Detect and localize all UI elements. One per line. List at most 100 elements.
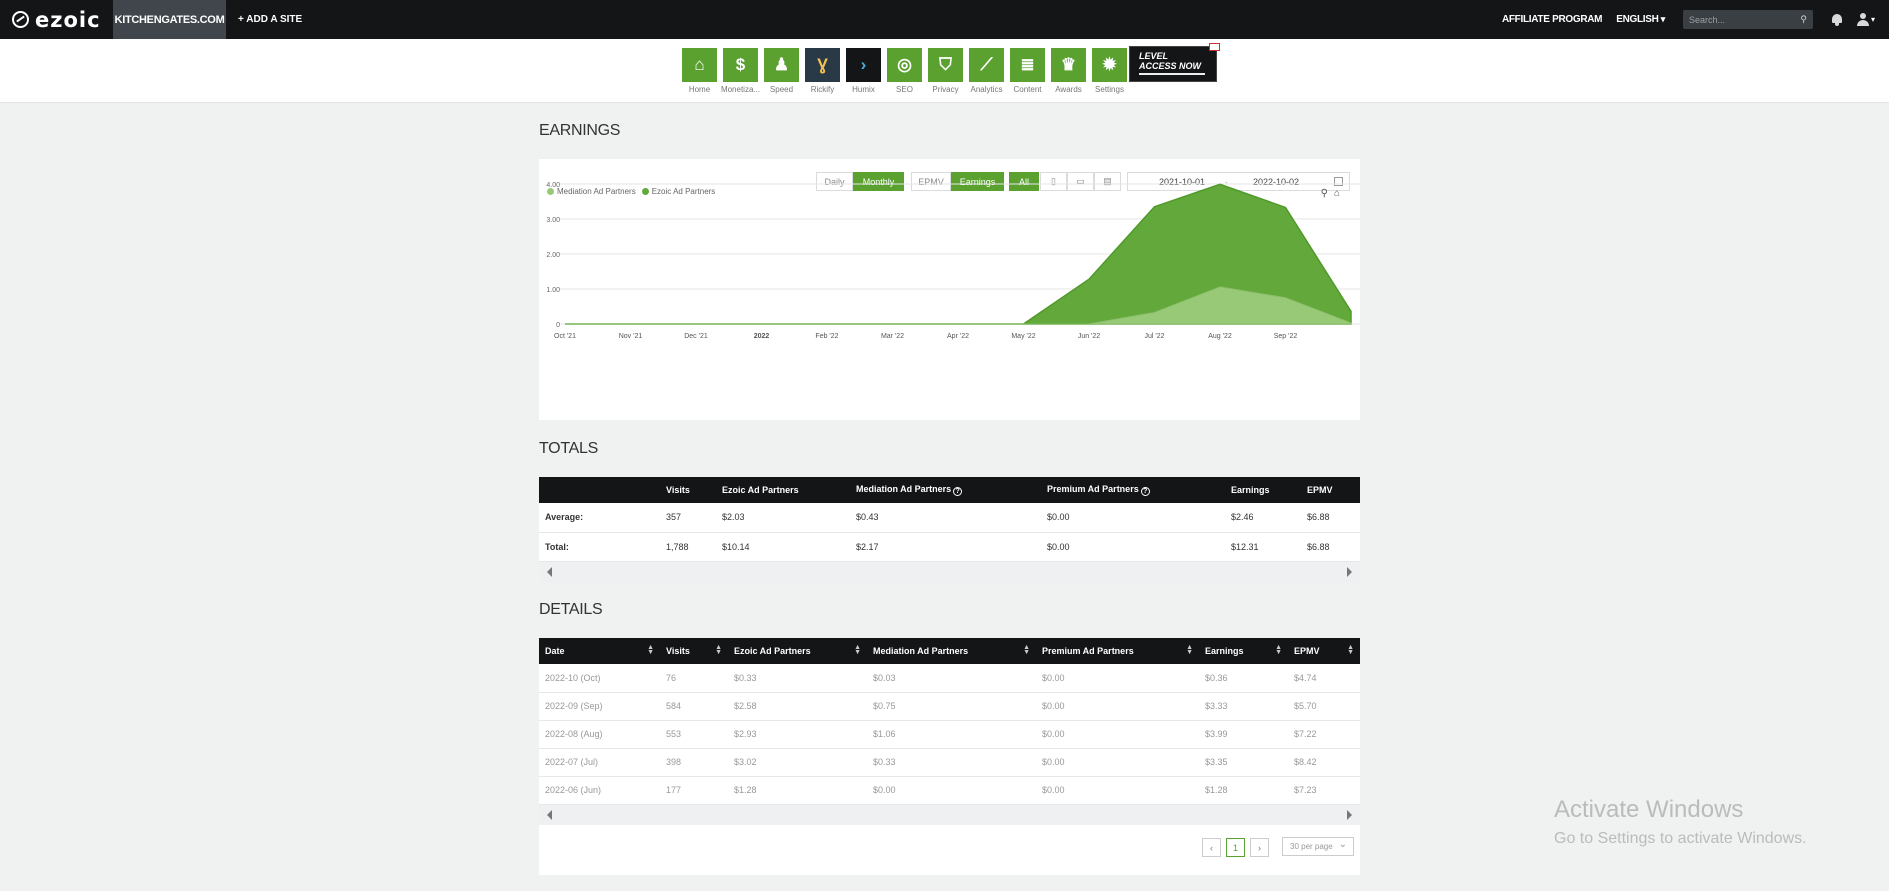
table-cell: $3.33 — [1199, 692, 1288, 721]
ezoic-logo[interactable]: ezoic — [0, 0, 113, 39]
chart-icon: ⟋ — [969, 48, 1004, 82]
nav-label: Monetiza... — [720, 85, 761, 94]
sort-icon[interactable]: ▲ ▼ — [1023, 644, 1030, 656]
table-cell: $0.33 — [867, 748, 1036, 777]
column-header[interactable]: Mediation Ad Partners ▲ ▼ — [867, 638, 1036, 664]
gear-icon: ✹ — [1092, 48, 1127, 82]
nav-label: Analytics — [970, 85, 1003, 94]
y-tick-label: 4.00 — [546, 182, 560, 189]
table-cell: 584 — [660, 692, 728, 721]
sort-icon[interactable]: ▲ ▼ — [1347, 644, 1354, 656]
prev-page-button[interactable]: ‹ — [1202, 838, 1221, 857]
nav-item-speed[interactable]: ♟ Speed — [764, 48, 799, 94]
table-cell: 1,788 — [660, 532, 716, 562]
table-cell: 2022-08 (Aug) — [539, 720, 660, 749]
nav-item-seo[interactable]: ◎ SEO — [887, 48, 922, 94]
nav-label: SEO — [896, 85, 913, 94]
mail-icon — [1209, 43, 1220, 51]
nav-label: Settings — [1095, 85, 1124, 94]
column-header-label: EPMV — [1307, 485, 1333, 495]
sort-icon[interactable]: ▲ ▼ — [854, 644, 861, 656]
column-header: Visits — [660, 477, 716, 503]
promo-underline — [1139, 73, 1205, 75]
sort-icon[interactable]: ▲ ▼ — [1275, 644, 1282, 656]
nav-item-privacy[interactable]: ⛉ Privacy — [928, 48, 963, 94]
language-dropdown[interactable]: ENGLISH — [1616, 14, 1665, 25]
nav-label: Content — [1013, 85, 1042, 94]
page-number-button[interactable]: 1 — [1226, 838, 1245, 857]
nav-item-humix[interactable]: › Humix — [846, 48, 881, 94]
affiliate-program-link[interactable]: AFFILIATE PROGRAM — [1502, 14, 1603, 25]
table-row: 2022-08 (Aug) 553 $2.93 $1.06 $0.00 $3.99 $7.2… — [539, 720, 1360, 749]
add-site-link[interactable]: + ADD A SITE — [238, 14, 302, 25]
column-header[interactable]: Earnings ▲ ▼ — [1199, 638, 1288, 664]
table-cell: $0.00 — [1036, 776, 1199, 805]
series-area-mediation — [565, 286, 1352, 325]
column-header: Ezoic Ad Partners — [716, 477, 850, 503]
column-header[interactable]: Date ▲ ▼ — [539, 638, 660, 664]
ezoic-logo-icon — [12, 11, 29, 28]
table-row: 2022-06 (Jun) 177 $1.28 $0.00 $0.00 $1.28 $7.2… — [539, 776, 1360, 805]
column-header[interactable]: Premium Ad Partners ▲ ▼ — [1036, 638, 1199, 664]
next-page-button[interactable]: › — [1250, 838, 1269, 857]
scroll-left-icon[interactable] — [547, 566, 552, 577]
nav-item-monetiza[interactable]: $ Monetiza... — [720, 48, 761, 94]
totals-scrollbar[interactable] — [539, 561, 1360, 582]
table-cell: Total: — [539, 532, 660, 562]
scroll-right-icon[interactable] — [1347, 809, 1352, 820]
nav-item-settings[interactable]: ✹ Settings — [1092, 48, 1127, 94]
trophy-icon: ♛ — [1051, 48, 1086, 82]
column-header-label: Date — [545, 646, 565, 656]
table-row: 2022-09 (Sep) 584 $2.58 $0.75 $0.00 $3.33 $5.7… — [539, 692, 1360, 721]
x-tick-label: Jun '22 — [1078, 333, 1100, 340]
magnifier-icon: ◎ — [887, 48, 922, 82]
promo-line-2: ACCESS NOW — [1139, 61, 1202, 71]
table-cell: $1.28 — [1199, 776, 1288, 805]
sort-icon[interactable]: ▲ ▼ — [1186, 644, 1193, 656]
nav-item-analytics[interactable]: ⟋ Analytics — [969, 48, 1004, 94]
table-cell: 2022-10 (Oct) — [539, 664, 660, 693]
nav-item-rickify[interactable]: Ɣ Rickify — [805, 48, 840, 94]
table-cell: $10.14 — [716, 532, 850, 562]
scroll-left-icon[interactable] — [547, 809, 552, 820]
nav-label: Rickify — [810, 85, 835, 94]
search-icon[interactable]: ⚲ — [1800, 14, 1807, 25]
totals-table: Visits Ezoic Ad Partners Mediation Ad Part… — [539, 477, 1360, 562]
column-header[interactable]: Ezoic Ad Partners ▲ ▼ — [728, 638, 867, 664]
level-promo-banner[interactable]: LEVEL ACCESS NOW — [1129, 43, 1220, 82]
bell-icon[interactable] — [1831, 13, 1843, 26]
scroll-right-icon[interactable] — [1347, 566, 1352, 577]
column-header[interactable]: Visits ▲ ▼ — [660, 638, 728, 664]
app-nav: ⌂ Home $ Monetiza... ♟ Speed Ɣ Rickify › Humix ◎ SE… — [0, 39, 1889, 103]
details-title: DETAILS — [539, 601, 603, 618]
search-placeholder: Search... — [1689, 14, 1726, 25]
sort-icon[interactable]: ▲ ▼ — [647, 644, 654, 656]
table-row: Total: 1,788 $10.14 $2.17 $0.00 $12.31 $6.88 — [539, 532, 1360, 562]
help-icon[interactable]: ? — [1140, 487, 1150, 496]
search-input[interactable]: Search... ⚲ — [1683, 10, 1813, 29]
site-selector[interactable]: KITCHENGATES.COM — [113, 0, 226, 39]
x-tick-label: Apr '22 — [947, 333, 969, 340]
help-icon[interactable]: ? — [953, 487, 963, 496]
column-header-label: Mediation Ad Partners — [856, 484, 952, 494]
user-icon — [1857, 13, 1869, 26]
per-page-select[interactable]: 30 per page — [1282, 837, 1354, 856]
x-tick-label: Feb '22 — [815, 333, 838, 340]
nav-item-content[interactable]: ≣ Content — [1010, 48, 1045, 94]
column-header-label: EPMV — [1294, 646, 1320, 656]
nav-item-home[interactable]: ⌂ Home — [682, 48, 717, 94]
table-cell: $3.02 — [728, 748, 867, 777]
table-cell: 553 — [660, 720, 728, 749]
table-cell: 2022-07 (Jul) — [539, 748, 660, 777]
column-header: Earnings — [1225, 477, 1301, 503]
watermark-line-1: Activate Windows — [1554, 796, 1744, 823]
column-header[interactable]: EPMV ▲ ▼ — [1288, 638, 1360, 664]
table-cell: $2.58 — [728, 692, 867, 721]
sort-icon[interactable]: ▲ ▼ — [715, 644, 722, 656]
table-cell: 2022-06 (Jun) — [539, 776, 660, 805]
column-header-label: Premium Ad Partners — [1047, 484, 1139, 494]
details-scrollbar[interactable] — [539, 804, 1360, 825]
column-header-label: Visits — [666, 485, 690, 495]
nav-item-awards[interactable]: ♛ Awards — [1051, 48, 1086, 94]
user-menu[interactable]: ▾ — [1857, 13, 1883, 27]
